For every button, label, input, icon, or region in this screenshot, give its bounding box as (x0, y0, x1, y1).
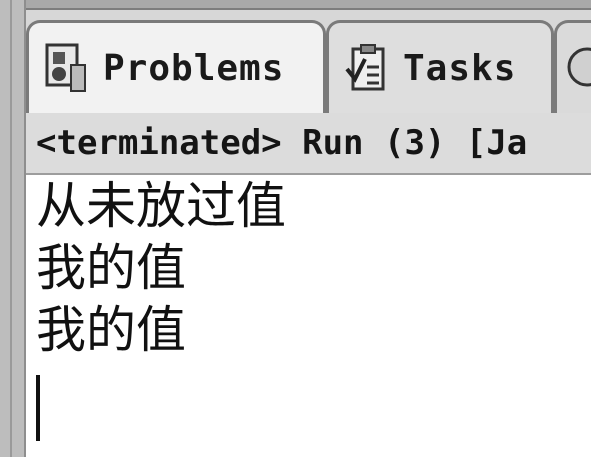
console-status-bar: <terminated> Run (3) [Ja (26, 113, 591, 175)
view-tab-bar: Problems Tasks (26, 10, 591, 113)
view-frame-left-edge (0, 0, 26, 457)
console-icon (565, 43, 591, 93)
view-frame-top-edge (26, 0, 591, 10)
console-output[interactable]: 从未放过值 我的值 我的值 (26, 175, 591, 457)
console-line: 从未放过值 (36, 177, 286, 235)
process-status-label: <terminated> Run (3) [Ja (36, 123, 528, 163)
tab-console[interactable] (554, 20, 591, 113)
console-line: 我的值 (36, 239, 186, 297)
text-caret (36, 375, 40, 441)
problems-icon (45, 43, 89, 93)
tab-tasks-label: Tasks (403, 47, 517, 89)
tab-problems[interactable]: Problems (26, 20, 326, 113)
tab-tasks[interactable]: Tasks (326, 20, 554, 113)
tasks-icon (345, 43, 389, 93)
tab-problems-label: Problems (103, 47, 285, 89)
console-line: 我的值 (36, 301, 186, 359)
